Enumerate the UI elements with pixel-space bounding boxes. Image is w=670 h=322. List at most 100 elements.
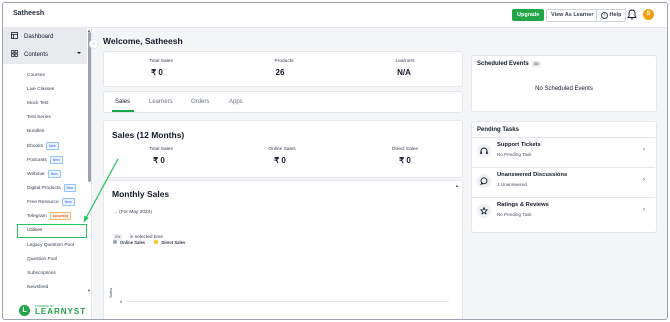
grid-icon: [11, 50, 18, 57]
sidebar-item-mock-test[interactable]: Mock Test: [27, 100, 49, 108]
sidebar-item-label: Ebooks: [27, 144, 43, 149]
new-badge: New: [47, 170, 61, 178]
learnyst-wordmark: LEARNYST: [35, 307, 87, 316]
tab-orders[interactable]: Orders: [191, 99, 209, 105]
upgrade-button[interactable]: Upgrade: [512, 9, 545, 21]
task-ratings-reviews[interactable]: Ratings & Reviews No Pending Task ›: [471, 199, 653, 227]
task-divider: [472, 167, 655, 168]
headset-icon: [477, 144, 491, 158]
task-subtitle: No Pending Task: [497, 212, 532, 217]
dashboard-icon: [11, 32, 18, 39]
page-title: Welcome, Satheesh: [103, 36, 183, 46]
active-tab-indicator: [112, 110, 134, 112]
sidebar-item-newsfeed[interactable]: Newsfeed: [27, 284, 48, 292]
view-as-learner-button[interactable]: View As Learner: [546, 9, 599, 22]
sidebar-item-dashboard[interactable]: Dashboard: [11, 31, 53, 43]
sidebar-item-telegram[interactable]: Telegram Upcoming: [27, 212, 71, 221]
sidebar-item-bundles[interactable]: Bundles: [27, 128, 44, 136]
scheduled-events-card: Scheduled Events 00 No Scheduled Events: [471, 55, 657, 112]
arrow-right-icon: →: [113, 210, 118, 215]
sidebar-item-webinar[interactable]: Webinar New: [27, 170, 61, 179]
new-badge: New: [61, 198, 75, 206]
monthly-scroll-up-icon[interactable]: ▲: [455, 183, 459, 188]
sidebar-item-label: Telegram: [27, 214, 47, 219]
sidebar-item-legacy-question-pool[interactable]: Legacy Question Pool: [27, 242, 74, 250]
task-divider: [472, 197, 655, 198]
stats-card: Total Sales ₹ 0 Products 26 Learners N/A: [103, 51, 463, 87]
chevron-right-icon: ›: [643, 177, 645, 183]
chart-legend: Online Sales Direct Sales: [113, 240, 185, 245]
scroll-down-icon[interactable]: ▼: [87, 288, 91, 293]
tab-learners[interactable]: Learners: [149, 99, 173, 105]
sales12-online-label: Online Sales: [268, 147, 296, 152]
sidebar-item-test-series[interactable]: Test Series: [27, 114, 51, 122]
sidebar-item-free-resource[interactable]: Free Resource New: [27, 198, 75, 207]
learnyst-logo-icon: L: [19, 305, 30, 316]
sidebar-item-ebooks[interactable]: Ebooks New: [27, 142, 59, 151]
app-window: Satheesh Upgrade View As Learner ? Help …: [2, 2, 668, 320]
sidebar-scrollbar[interactable]: [88, 32, 91, 182]
sidebar-item-label: Contents: [24, 52, 49, 58]
sidebar-collapse-button[interactable]: ‹: [89, 39, 99, 49]
tab-apps[interactable]: Apps: [229, 99, 243, 105]
total-sales-value: ₹ 0: [151, 68, 163, 77]
sidebar-item-label: Free Resource: [27, 200, 59, 205]
scheduled-empty-text: No Scheduled Events: [535, 86, 593, 92]
sidebar-item-podcasts[interactable]: Podcasts New: [27, 156, 63, 165]
legend-direct-label: Direct Sales: [161, 240, 186, 245]
chevron-down-icon[interactable]: [77, 52, 81, 54]
chat-bubble-icon: [477, 174, 491, 188]
sales12-total-label: Total Sales: [149, 147, 173, 152]
sidebar-item-digital-products[interactable]: Digital Products New: [27, 184, 77, 193]
avatar[interactable]: S: [643, 9, 654, 20]
sidebar: Dashboard Contents Courses Live Classes …: [3, 28, 92, 319]
task-unanswered-discussions[interactable]: Unanswered Discussions 1 Unanswered ›: [471, 169, 653, 197]
scroll-up-icon[interactable]: ▲: [87, 28, 91, 33]
sales-12-months-card: Sales (12 Months) Total Sales ₹ 0 Online…: [103, 120, 463, 178]
task-title: Ratings & Reviews: [497, 202, 549, 208]
legend-online-label: Online Sales: [120, 240, 146, 245]
sidebar-item-utilities[interactable]: Utilities: [27, 227, 42, 235]
top-bar: Satheesh Upgrade View As Learner ? Help …: [3, 3, 667, 28]
total-sales-label: Total Sales: [149, 59, 173, 64]
new-badge: New: [63, 184, 77, 192]
period-row: → (For May 2024): [113, 210, 152, 215]
sales12-online-value: ₹ 0: [274, 156, 286, 165]
sidebar-item-live-classes[interactable]: Live Classes: [27, 86, 54, 94]
sidebar-item-contents[interactable]: Contents: [11, 49, 48, 61]
monthly-sales-card: Monthly Sales ▲ → (For May 2024) 0% in s…: [103, 180, 463, 319]
y-tick-zero: 0: [120, 299, 123, 304]
task-title: Support Tickets: [497, 142, 541, 148]
sidebar-item-subscriptions[interactable]: Subscriptions: [27, 270, 56, 278]
chevron-right-icon: ›: [643, 207, 645, 213]
scheduled-events-label: Scheduled Events: [477, 61, 529, 67]
brand-name: Satheesh: [13, 10, 45, 17]
learners-label: Learners: [395, 59, 415, 64]
monthly-sales-title: Monthly Sales: [112, 189, 170, 199]
new-badge: New: [49, 156, 63, 164]
tab-sales[interactable]: Sales: [115, 99, 130, 105]
upcoming-badge: Upcoming: [49, 212, 71, 220]
sales12-total-value: ₹ 0: [153, 156, 165, 165]
help-icon: ?: [601, 12, 608, 19]
help-label: Help: [609, 12, 622, 18]
tabs-bar: Sales Learners Orders Apps: [103, 91, 463, 113]
scheduled-count-badge: 00: [531, 61, 541, 67]
scheduled-events-title: Scheduled Events 00: [477, 61, 541, 67]
products-label: Products: [274, 59, 294, 64]
products-value: 26: [275, 68, 285, 77]
y-axis-label: Sales: [108, 287, 113, 298]
sidebar-item-label: Dashboard: [24, 34, 54, 40]
chart-baseline: [126, 301, 449, 302]
pending-divider: [472, 137, 655, 138]
sales-12-months-title: Sales (12 Months): [112, 130, 185, 140]
online-sales-dot: [113, 240, 117, 244]
sidebar-item-label: Digital Products: [27, 186, 61, 191]
new-badge: New: [46, 142, 59, 150]
sidebar-item-question-pool[interactable]: Question Pool: [27, 256, 57, 264]
help-button[interactable]: ? Help: [596, 9, 627, 22]
task-title: Unanswered Discussions: [497, 172, 568, 178]
bell-icon[interactable]: [627, 9, 637, 20]
task-support-tickets[interactable]: Support Tickets No Pending Task ›: [471, 139, 653, 167]
sidebar-item-courses[interactable]: Courses: [27, 72, 45, 80]
